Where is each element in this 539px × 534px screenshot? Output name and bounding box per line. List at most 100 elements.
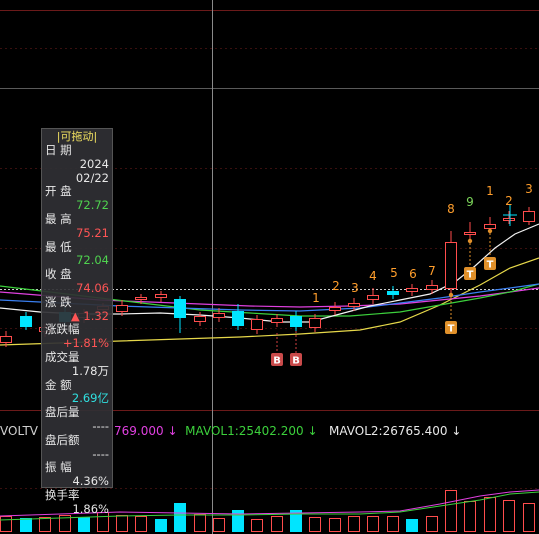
volume-label: 成交量 <box>45 349 80 364</box>
volume-bar <box>503 500 515 532</box>
volume-bar <box>116 515 128 532</box>
low-label: 最 低 <box>45 239 72 254</box>
candle-body <box>174 299 186 318</box>
volume-bar <box>194 514 206 532</box>
volume-bar <box>367 516 379 532</box>
low-value: 72.04 <box>76 253 109 268</box>
candle <box>406 284 418 296</box>
candle-body <box>194 316 206 322</box>
tooltip-drag-title[interactable]: |可拖动| <box>42 129 112 144</box>
signal-letter: B <box>273 356 281 367</box>
close-value: 74.06 <box>76 280 109 295</box>
count-label: 5 <box>390 266 398 280</box>
count-label: 2 <box>332 279 340 293</box>
count-label: 1 <box>312 291 320 305</box>
volume-bar <box>445 490 457 532</box>
candle-body <box>116 305 128 312</box>
change-label: 涨 跌 <box>45 294 72 309</box>
signal-dot <box>448 292 454 298</box>
candle-body <box>406 288 418 292</box>
volume-bar <box>523 503 535 532</box>
candle-body <box>464 232 476 235</box>
candle <box>232 304 244 330</box>
candle <box>20 312 32 330</box>
volume-bar <box>39 517 51 532</box>
high-label: 最 高 <box>45 211 72 226</box>
candle-body <box>213 313 225 318</box>
signal-letter: T <box>467 270 474 281</box>
amount-label: 金 额 <box>45 377 72 392</box>
count-label: 4 <box>369 269 377 283</box>
candle-body <box>271 318 283 323</box>
count-label: 7 <box>428 264 436 278</box>
candle <box>523 207 535 225</box>
amount-value: 2.69亿 <box>71 391 109 406</box>
count-label: 8 <box>447 202 455 216</box>
volume-bar <box>464 501 476 532</box>
mavol2-arrow: ↓ <box>451 424 462 438</box>
candle-body <box>523 211 535 222</box>
volume-bar <box>0 516 12 532</box>
candle <box>251 315 263 334</box>
mavol2-value: MAVOL2:26765.400 <box>329 424 448 438</box>
high-value: 75.21 <box>76 225 109 240</box>
count-labels: 12 34 5 6 78 9123 <box>312 182 533 305</box>
candle-body <box>445 242 457 289</box>
volume-bar <box>213 518 225 532</box>
turnover-label: 换手率 <box>45 487 80 502</box>
candle-body <box>20 316 32 327</box>
amplitude-value: 4.36% <box>72 474 109 489</box>
candle <box>367 288 379 304</box>
candle-body <box>426 285 438 290</box>
volume-bar <box>426 516 438 532</box>
close-label: 收 盘 <box>45 267 72 282</box>
candle <box>329 302 341 315</box>
volume-bar <box>174 503 186 532</box>
pct-value: +1.81% <box>62 336 109 351</box>
candle-body <box>232 311 244 326</box>
turnover-value: 1.86% <box>72 501 109 516</box>
candle-body <box>251 319 263 330</box>
volume-arrow: ↓ <box>167 424 178 438</box>
candle <box>155 291 167 302</box>
signal-letter: B <box>292 356 300 367</box>
volume-bar <box>271 516 283 532</box>
candle-body <box>484 224 496 229</box>
count-label: 6 <box>409 267 417 281</box>
candle-body <box>348 303 360 307</box>
candle-body <box>329 307 341 311</box>
count-label: 9 <box>466 195 474 209</box>
volume-bar <box>309 517 321 532</box>
date-label: 日 期 <box>45 143 72 157</box>
mavol1-arrow: ↓ <box>307 424 318 438</box>
afterhours-amount-label: 盘后额 <box>45 432 80 447</box>
count-label: 2 <box>505 194 513 208</box>
volume-bar <box>484 497 496 532</box>
count-label: 3 <box>525 182 533 196</box>
volume-bar <box>329 518 341 532</box>
candle <box>426 280 438 294</box>
candle <box>445 231 457 296</box>
afterhours-volume-label: 盘后量 <box>45 405 80 420</box>
data-tooltip-panel[interactable]: |可拖动| 日 期 2024 02/22 开 盘 72.72 最 高 75.21… <box>41 128 113 516</box>
candle-body <box>155 294 167 298</box>
open-value: 72.72 <box>76 198 109 213</box>
volume-bar <box>78 517 90 532</box>
candle <box>174 296 186 333</box>
candle-body <box>387 291 399 295</box>
date-year: 2024 <box>79 156 109 171</box>
pct-label: 涨跌幅 <box>45 322 80 337</box>
candle-body <box>367 295 379 300</box>
volume-bar <box>20 518 32 532</box>
candle-body <box>0 336 12 343</box>
volume-indicator-name[interactable]: VOLTV <box>0 423 38 439</box>
afterhours-volume-value: ---- <box>92 418 109 433</box>
candle <box>271 314 283 327</box>
change-value: ▲ 1.32 <box>70 308 109 323</box>
volume-bar <box>232 510 244 532</box>
volume-bar <box>251 519 263 532</box>
signal-dot <box>467 238 473 244</box>
candle-body <box>290 316 302 327</box>
candle <box>194 312 206 326</box>
candle <box>387 286 399 299</box>
